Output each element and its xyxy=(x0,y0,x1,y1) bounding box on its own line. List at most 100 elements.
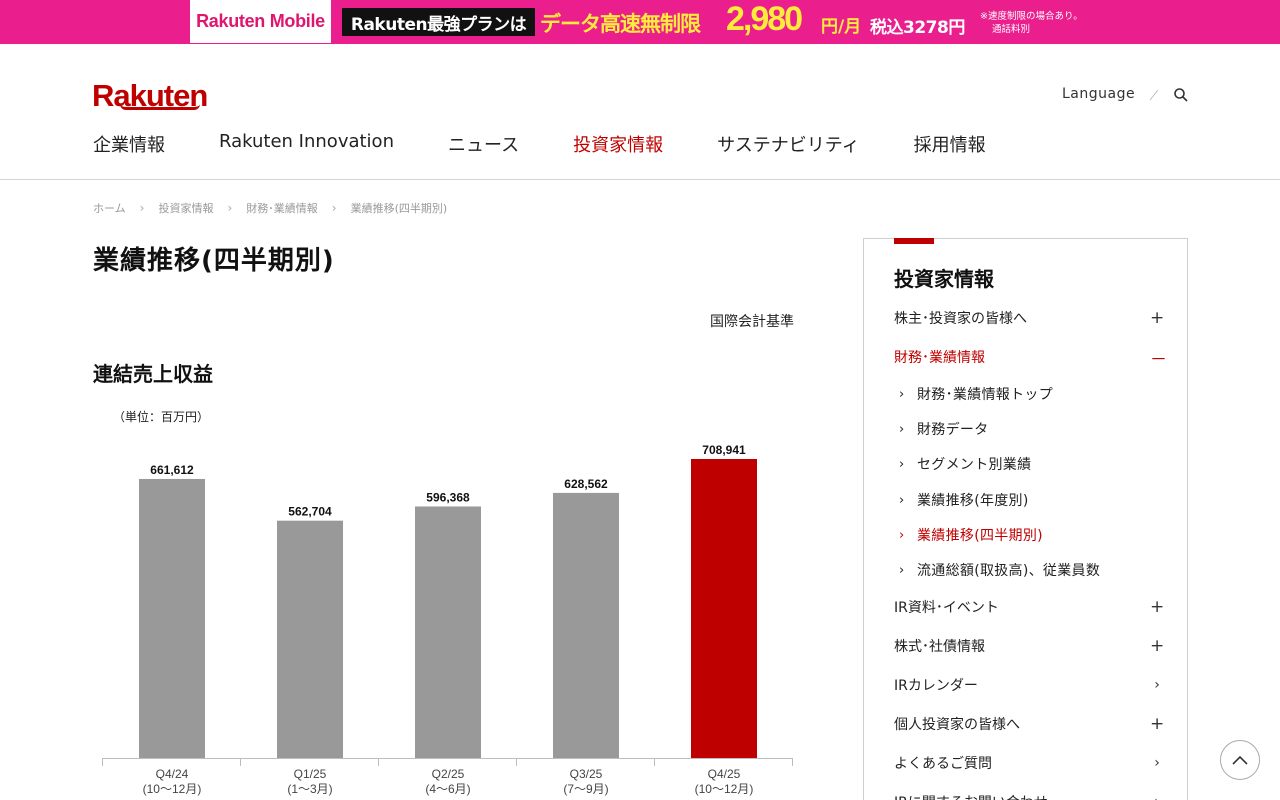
x-tick-sublabel: (1～3月) xyxy=(287,782,332,796)
sidebar-item-label: よくあるご質問 xyxy=(894,756,992,772)
chevron-right-icon: › xyxy=(227,201,233,215)
sidebar-item-individual[interactable]: 個人投資家の皆様へ + xyxy=(894,713,1164,735)
x-tick-label: Q4/25 xyxy=(708,767,741,781)
chevron-right-icon: › xyxy=(899,421,905,437)
nav-careers[interactable]: 採用情報 xyxy=(914,131,986,157)
banner-note: ※速度制限の場合あり。 通話料別 xyxy=(980,10,1083,36)
sidebar-item-financial[interactable]: 財務･業績情報 － xyxy=(894,345,1167,370)
chevron-up-icon xyxy=(1232,755,1248,765)
bar-Q2/25 xyxy=(415,506,481,758)
section-title: 連結売上収益 xyxy=(93,362,213,386)
banner-note-line1: ※速度制限の場合あり。 xyxy=(980,11,1083,22)
chevron-right-icon: › xyxy=(899,492,905,508)
sidebar-sub-segment[interactable]: › セグメント別業績 xyxy=(899,453,1031,475)
banner-price: 2,980 xyxy=(726,0,803,38)
sidebar-sub-quarterly[interactable]: › 業績推移(四半期別) xyxy=(899,524,1043,546)
nav-sustainability[interactable]: サステナビリティ xyxy=(717,131,860,157)
chevron-right-icon: › xyxy=(139,201,145,215)
sidebar-item-label: IRに関するお問い合わせ xyxy=(894,792,1048,800)
data-label: 708,941 xyxy=(702,443,746,457)
sidebar-sub-financial-data[interactable]: › 財務データ xyxy=(899,418,989,440)
data-label: 596,368 xyxy=(426,490,470,504)
x-tick-label: Q2/25 xyxy=(432,767,465,781)
x-tick-sublabel: (10～12月) xyxy=(143,782,202,796)
sidebar-item-shareholders[interactable]: 株主･投資家の皆様へ + xyxy=(894,307,1164,329)
sidebar-item-label: IRカレンダー xyxy=(894,678,978,694)
sidebar-item-label: 株主･投資家の皆様へ xyxy=(894,311,1027,327)
chevron-right-icon: › xyxy=(899,562,905,578)
sidebar-item-label: 財務･業績情報 xyxy=(894,350,985,366)
sidebar-sub-label: セグメント別業績 xyxy=(917,457,1032,473)
back-to-top-button[interactable] xyxy=(1220,740,1260,780)
sidebar-item-label: 株式･社債情報 xyxy=(894,639,985,655)
minus-icon[interactable]: － xyxy=(1150,345,1167,370)
sidebar-accent-bar xyxy=(894,238,934,244)
nav-investors[interactable]: 投資家情報 xyxy=(573,131,663,157)
sidebar: 投資家情報 株主･投資家の皆様へ + 財務･業績情報 － › 財務･業績情報トッ… xyxy=(863,238,1188,800)
nav-innovation[interactable]: Rakuten Innovation xyxy=(219,131,394,157)
promo-banner[interactable]: Rakuten Mobile Rakuten最強プランは データ高速無制限 2,… xyxy=(0,0,1280,44)
sidebar-item-faq[interactable]: よくあるご質問 › xyxy=(894,752,1164,774)
sidebar-sub-label: 業績推移(年度別) xyxy=(917,493,1029,509)
plus-icon[interactable]: + xyxy=(1150,308,1164,328)
chevron-right-icon: › xyxy=(899,386,905,402)
sidebar-sub-label: 流通総額(取扱高)、従業員数 xyxy=(917,563,1101,579)
language-link[interactable]: Language xyxy=(1062,86,1135,102)
breadcrumb-investors[interactable]: 投資家情報 xyxy=(158,200,213,216)
nav-news[interactable]: ニュース xyxy=(448,131,519,157)
sidebar-title: 投資家情報 xyxy=(894,267,994,291)
sidebar-sub-annual[interactable]: › 業績推移(年度別) xyxy=(899,489,1029,511)
x-tick-label: Q1/25 xyxy=(294,767,327,781)
data-label: 628,562 xyxy=(564,477,608,491)
plus-icon[interactable]: + xyxy=(1150,714,1164,734)
x-tick-sublabel: (7～9月) xyxy=(563,782,608,796)
search-icon[interactable] xyxy=(1173,87,1189,103)
chart-unit-label: （単位：百万円） xyxy=(113,410,210,424)
sidebar-item-label: 個人投資家の皆様へ xyxy=(894,717,1020,733)
nav-corporate[interactable]: 企業情報 xyxy=(93,131,165,157)
divider-slash-icon xyxy=(1149,89,1159,101)
data-label: 562,704 xyxy=(288,505,332,519)
global-nav: 企業情報 Rakuten Innovation ニュース 投資家情報 サステナビ… xyxy=(93,131,1040,157)
rakuten-mobile-logo: Rakuten Mobile xyxy=(190,0,331,43)
chevron-right-icon: › xyxy=(1154,677,1160,693)
banner-note-line2: 通話料別 xyxy=(992,24,1031,35)
bar-Q1/25 xyxy=(277,520,343,758)
chevron-right-icon: › xyxy=(899,527,905,543)
data-label: 661,612 xyxy=(150,463,194,477)
bar-Q4/24 xyxy=(139,478,205,758)
sidebar-item-label: IR資料･イベント xyxy=(894,600,999,616)
sidebar-item-ir-materials[interactable]: IR資料･イベント + xyxy=(894,596,1164,618)
banner-tax-price: 税込3278円 xyxy=(870,18,965,38)
banner-price-unit: 円/月 xyxy=(821,17,862,37)
sidebar-item-contact[interactable]: IRに関するお問い合わせ › xyxy=(894,791,1164,800)
accounting-standard-label: 国際会計基準 xyxy=(710,314,794,330)
x-tick-sublabel: (4～6月) xyxy=(425,782,470,796)
chevron-right-icon: › xyxy=(1150,794,1164,800)
bar-Q3/25 xyxy=(553,492,619,758)
x-tick-label: Q4/24 xyxy=(156,767,189,781)
breadcrumb-current: 業績推移(四半期別) xyxy=(350,202,448,215)
revenue-bar-chart: 661,612Q4/24(10～12月)562,704Q1/25(1～3月)59… xyxy=(102,443,793,796)
sidebar-sub-gmv[interactable]: › 流通総額(取扱高)、従業員数 xyxy=(899,559,1100,581)
chevron-right-icon: › xyxy=(899,456,905,472)
chevron-right-icon: › xyxy=(1154,755,1160,771)
sidebar-sub-label: 業績推移(四半期別) xyxy=(917,528,1043,544)
page-title: 業績推移(四半期別) xyxy=(93,246,335,276)
chevron-right-icon: › xyxy=(331,201,337,215)
banner-plan-text: Rakuten最強プランは xyxy=(342,8,535,36)
banner-speed-text: データ高速無制限 xyxy=(540,12,701,36)
x-tick-label: Q3/25 xyxy=(570,767,603,781)
sidebar-sub-label: 財務データ xyxy=(917,422,989,438)
sidebar-item-stock[interactable]: 株式･社債情報 + xyxy=(894,635,1164,657)
plus-icon[interactable]: + xyxy=(1150,597,1164,617)
sidebar-sub-financial-top[interactable]: › 財務･業績情報トップ xyxy=(899,383,1053,405)
plus-icon[interactable]: + xyxy=(1150,636,1164,656)
breadcrumb: ホーム › 投資家情報 › 財務･業績情報 › 業績推移(四半期別) xyxy=(93,200,447,216)
header-divider xyxy=(0,179,1280,180)
sidebar-sub-label: 財務･業績情報トップ xyxy=(917,387,1053,403)
sidebar-item-ir-calendar[interactable]: IRカレンダー › xyxy=(894,674,1164,696)
breadcrumb-home[interactable]: ホーム xyxy=(93,200,126,216)
x-tick-sublabel: (10～12月) xyxy=(695,782,754,796)
breadcrumb-financial[interactable]: 財務･業績情報 xyxy=(246,200,318,216)
